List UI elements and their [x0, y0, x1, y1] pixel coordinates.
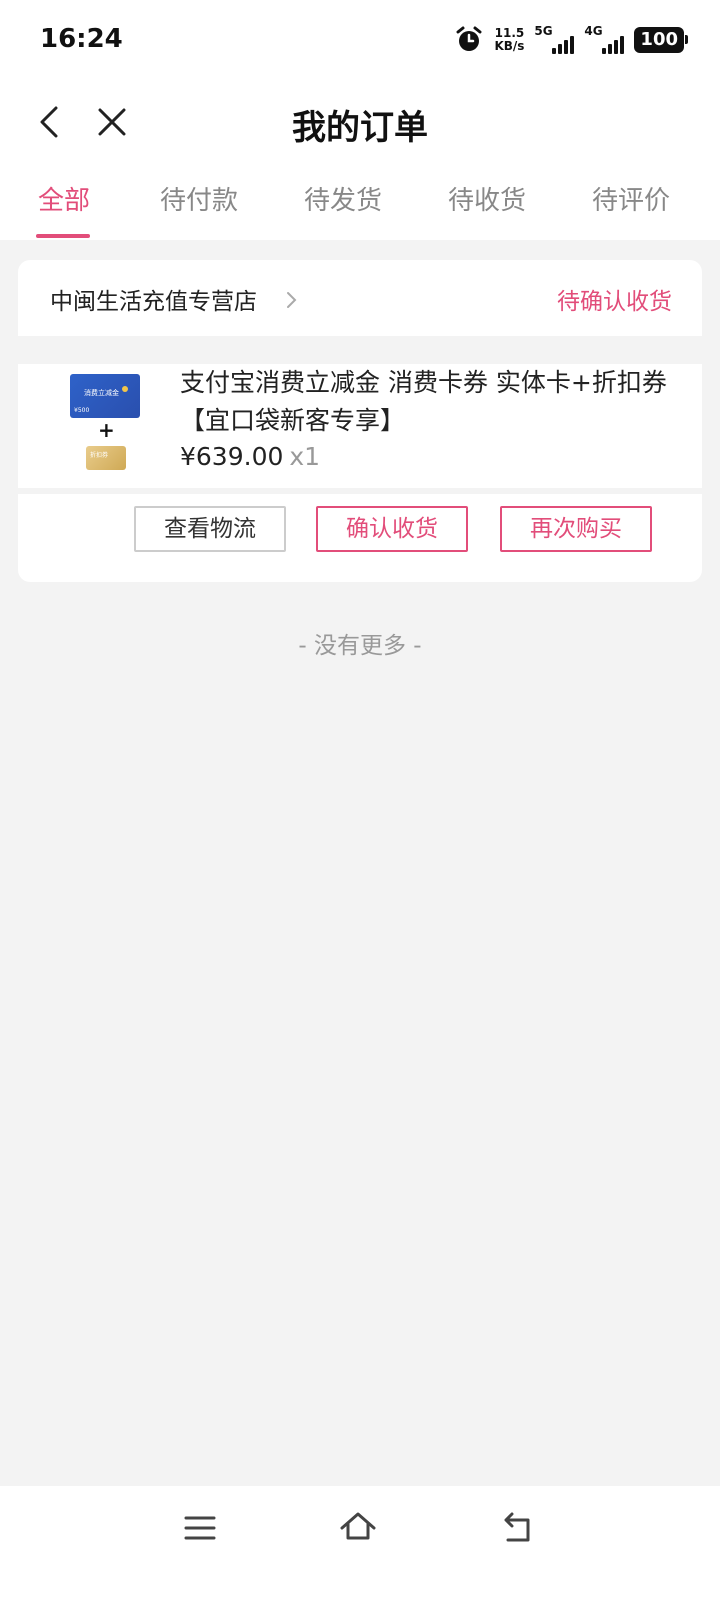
product-price: ¥639.00 — [180, 442, 284, 471]
page-title: 我的订单 — [292, 108, 428, 148]
tab-pending-receipt[interactable]: 待收货 — [448, 180, 526, 217]
nav-bar: 我的订单 — [0, 84, 720, 164]
thumb-card-value: ¥500 — [74, 407, 90, 414]
top-area: 16:24 11.5 KB/s 5G 4G 100 我的订单 全部 待付款 待发… — [0, 0, 720, 240]
thumb-card-text: 消费立减金 — [84, 389, 119, 397]
system-nav-bar — [0, 1486, 720, 1608]
consumption-card-image: 消费立减金 ¥500 — [70, 374, 140, 418]
signal-bars-icon — [602, 36, 625, 54]
divider — [18, 336, 702, 364]
product-title[interactable]: 支付宝消费立减金 消费卡券 实体卡+折扣券【宜口袋新客专享】 — [180, 364, 680, 440]
store-header[interactable]: 中闽生活充值专营店 待确认收货 — [18, 260, 702, 336]
tab-pending-payment[interactable]: 待付款 — [160, 180, 238, 217]
end-of-list-text: - 没有更多 - — [298, 633, 422, 659]
network-speed: 11.5 KB/s — [494, 27, 524, 53]
tab-pending-shipment[interactable]: 待发货 — [304, 180, 382, 217]
tab-pending-review[interactable]: 待评价 — [592, 180, 670, 217]
plus-icon: + — [98, 418, 115, 442]
product-quantity: x1 — [289, 442, 321, 471]
signal-5g-label: 5G — [534, 24, 553, 38]
menu-icon[interactable] — [180, 1508, 220, 1548]
status-bar: 16:24 11.5 KB/s 5G 4G 100 — [0, 0, 720, 84]
buy-again-button[interactable]: 再次购买 — [500, 506, 652, 552]
active-tab-indicator — [36, 234, 90, 238]
order-status: 待确认收货 — [557, 289, 672, 315]
signal-bars-icon — [552, 36, 575, 54]
signal-5g: 5G — [534, 24, 575, 56]
status-icons: 11.5 KB/s 5G 4G 100 — [454, 24, 688, 56]
coupon-image: 折扣券 — [86, 446, 126, 470]
product-thumbnail[interactable]: 消费立减金 ¥500 + 折扣券 — [48, 366, 162, 480]
network-speed-unit: KB/s — [494, 39, 525, 53]
order-tabs: 全部 待付款 待发货 待收货 待评价 — [0, 164, 720, 240]
signal-4g-label: 4G — [584, 24, 603, 38]
status-time: 16:24 — [40, 24, 123, 54]
confirm-receipt-button[interactable]: 确认收货 — [316, 506, 468, 552]
battery-indicator: 100 — [634, 27, 688, 53]
chevron-right-icon — [282, 288, 302, 312]
return-icon[interactable] — [498, 1508, 538, 1548]
signal-4g: 4G — [584, 24, 625, 56]
order-card: 中闽生活充值专营店 待确认收货 消费立减金 ¥500 + 折扣券 支付宝消费立减… — [18, 260, 702, 582]
divider — [18, 488, 702, 494]
view-logistics-button[interactable]: 查看物流 — [134, 506, 286, 552]
tab-all[interactable]: 全部 — [38, 180, 90, 217]
home-icon[interactable] — [338, 1508, 378, 1548]
alarm-icon — [454, 25, 484, 55]
store-name[interactable]: 中闽生活充值专营店 — [50, 282, 257, 316]
thumb-coupon-text: 折扣券 — [90, 452, 109, 459]
product-price-row: ¥639.00 x1 — [180, 442, 320, 471]
